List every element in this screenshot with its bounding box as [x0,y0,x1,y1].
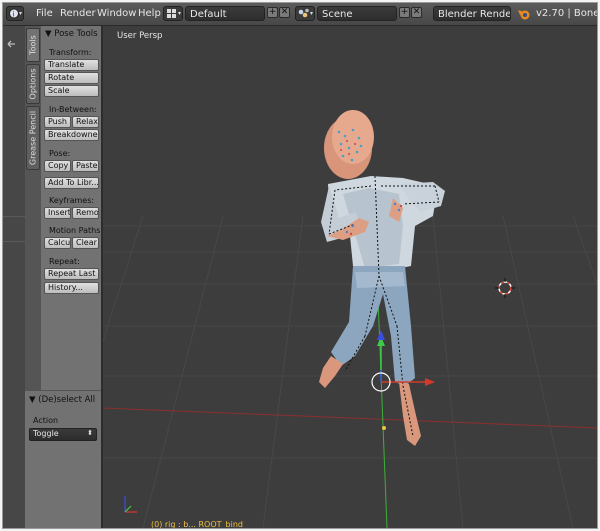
add-to-library-button[interactable]: Add To Libr... [44,177,99,189]
3d-cursor-icon [495,278,515,298]
svg-text:i: i [13,11,15,19]
pose-label: Pose: [49,149,71,158]
action-select[interactable]: Toggle ⬍ [29,428,97,441]
breakdowner-button[interactable]: Breakdowner [44,129,99,141]
clear-paths-button[interactable]: Clear [72,237,99,249]
menu-help[interactable]: Help [138,7,161,21]
pose-tools-panel: ▼ Pose Tools Transform: Translate Rotate… [41,26,104,390]
menu-file[interactable]: File [36,7,53,21]
remove-layout-icon[interactable]: ✕ [279,7,290,18]
info-editor-icon[interactable]: i [6,6,24,21]
calculate-paths-button[interactable]: Calcu [44,237,71,249]
tab-tools[interactable]: Tools [26,28,40,62]
keyframes-label: Keyframes: [49,196,95,205]
remove-scene-icon[interactable]: ✕ [411,7,422,18]
transform-label: Transform: [49,48,92,57]
screen-layout-select[interactable]: Default [185,6,265,21]
paste-pose-button[interactable]: Paste [72,160,99,172]
relax-button[interactable]: Relax [72,116,99,128]
remove-keyframe-button[interactable]: Remo [72,207,99,219]
3d-viewport[interactable]: User Persp (0) rig: b... ROOT_bind [103,26,597,528]
scale-button[interactable]: Scale [44,85,99,97]
repeat-label: Repeat: [49,257,80,266]
add-scene-icon[interactable]: + [399,7,410,18]
render-engine-select[interactable]: Blender Render [433,6,511,21]
menu-render[interactable]: Render [60,7,96,21]
blender-logo-icon [518,10,530,20]
action-label: Action [33,416,59,425]
blender-window: i File Render Window Help Default + ✕ Sc… [2,2,598,529]
repeat-last-button[interactable]: Repeat Last [44,268,99,280]
pose-tools-header[interactable]: ▼ Pose Tools [45,29,98,39]
rotate-button[interactable]: Rotate [44,72,99,84]
insert-keyframe-button[interactable]: Insert [44,207,71,219]
tab-grease-pencil[interactable]: Grease Pencil [26,106,40,170]
layout-grid-icon[interactable] [163,6,183,21]
active-object-label: (0) rig : b... ROOT_bind [151,520,243,528]
add-layout-icon[interactable]: + [267,7,278,18]
status-info: v2.70 | Bones:16 [536,8,598,19]
mini-axis-icon [124,496,137,513]
push-button[interactable]: Push [44,116,71,128]
copy-pose-button[interactable]: Copy [44,160,71,172]
operator-panel: ▼ (De)select All Action Toggle ⬍ [25,390,101,528]
translate-button[interactable]: Translate [44,59,99,71]
scene-select[interactable]: Scene [317,6,397,21]
motion-paths-label: Motion Paths: [49,226,104,235]
operator-panel-header[interactable]: ▼ (De)select All [29,395,95,405]
top-menu-bar: i File Render Window Help Default + ✕ Sc… [3,3,597,26]
tab-options[interactable]: Options [26,64,40,104]
updown-arrow-icon: ⬍ [87,429,93,437]
outliner-strip [3,26,25,528]
scene-icon[interactable] [295,6,315,21]
viewport-canvas [103,110,597,528]
menu-window[interactable]: Window [97,7,136,21]
history-button[interactable]: History... [44,282,99,294]
in-between-label: In-Between: [49,105,97,114]
